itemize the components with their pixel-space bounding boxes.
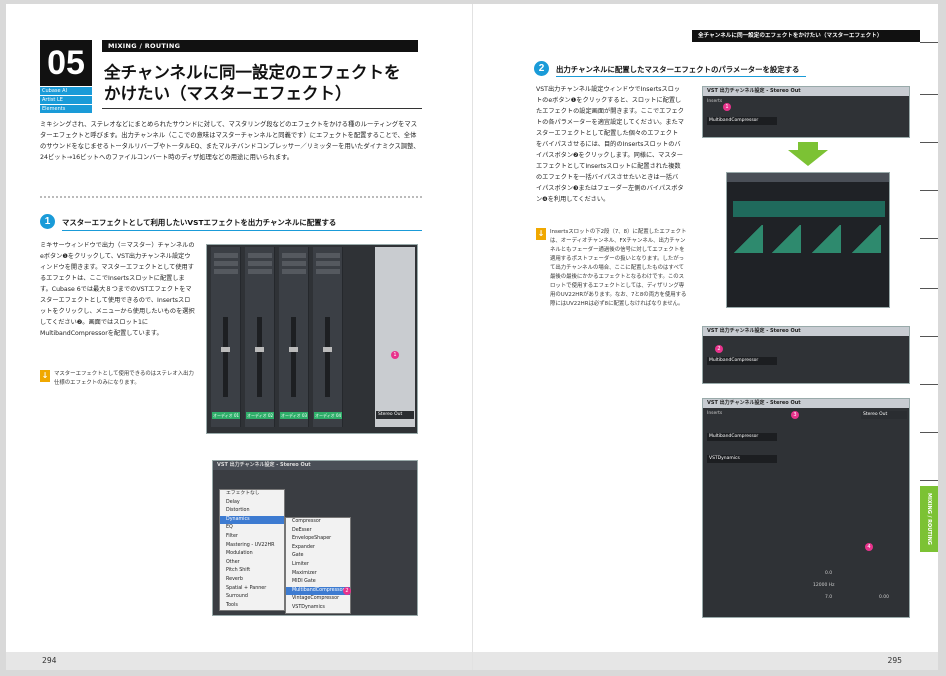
shot1-inserts-label: Inserts	[707, 99, 723, 104]
submenu-item[interactable]: Gate	[286, 552, 350, 561]
channel-label: オーディオ 01	[212, 412, 240, 419]
page-number-right: 295	[887, 656, 902, 665]
multiband-compressor-screenshot	[726, 172, 890, 308]
menu-item-selected[interactable]: Dynamics	[220, 515, 284, 525]
step-1-note: マスターエフェクトとして使用できるのはステレオ入出力仕様のエフェクトのみになりま…	[54, 371, 194, 386]
note-icon-2: ↓	[536, 228, 546, 240]
stereo-out-label: Stereo Out	[376, 411, 414, 419]
tag-elements: Elements	[40, 105, 92, 113]
marker-1b: 1	[723, 103, 731, 111]
step-2-badge: 2	[534, 61, 549, 76]
marker-2: 2	[343, 587, 351, 595]
step-2-note: Insertsスロットの下2段（7、8）に配置したエフェクトは、オーディオチャン…	[550, 229, 687, 307]
menu-item[interactable]: Surround	[220, 593, 284, 602]
submenu-item[interactable]: Limiter	[286, 561, 350, 570]
menu-item[interactable]: Other	[220, 559, 284, 568]
menu-item[interactable]: Tools	[220, 602, 284, 611]
shot2-slot[interactable]: MultibandCompressor	[707, 357, 777, 365]
marker-1: 1	[391, 351, 399, 359]
marker-3: 3	[791, 411, 799, 419]
menu-item[interactable]: エフェクトなし	[220, 490, 284, 499]
shot3-inserts-label: Inserts	[707, 411, 723, 416]
submenu-item[interactable]: Expander	[286, 544, 350, 553]
vst-window-bypass: VST 出力チャンネル設定 - Stereo Out MultibandComp…	[702, 326, 910, 384]
step-2-body: VST出力チャンネル設定ウィンドウでInsertsスロットのeボタン❶をクリック…	[536, 86, 684, 203]
shot1-title: VST 出力チャンネル設定 - Stereo Out	[703, 87, 909, 96]
shot3-slot-2[interactable]: VSTDynamics	[707, 455, 777, 463]
menu-item[interactable]: Reverb	[220, 576, 284, 585]
mixer-channel-4: オーディオ 04	[313, 247, 343, 427]
title-line-2: かけたい（マスターエフェクト）	[104, 84, 352, 103]
chapter-number: 05	[40, 40, 92, 86]
shot3-stereo-out: Stereo Out	[861, 411, 907, 419]
shot1-slot[interactable]: MultibandCompressor	[707, 117, 777, 125]
category-bar: MIXING / ROUTING	[102, 40, 418, 52]
book-spread: 05 Cubase AI Artist LE Elements MIXING /…	[6, 4, 938, 670]
title-rule	[102, 108, 422, 109]
page-number-left: 294	[42, 656, 57, 665]
tag-grid: Cubase AI Artist LE Elements	[40, 87, 92, 114]
channel-label: オーディオ 02	[246, 412, 274, 419]
mixer-screenshot: オーディオ 01 オーディオ 02 オーディオ 03 オーディオ 04 1 St…	[206, 244, 418, 434]
vst-window-full: VST 出力チャンネル設定 - Stereo Out Inserts Multi…	[702, 398, 910, 618]
submenu-item[interactable]: VSTDynamics	[286, 604, 350, 613]
menu-item[interactable]: Pitch Shift	[220, 567, 284, 576]
vst-window-title: VST 出力チャンネル設定 - Stereo Out	[213, 461, 417, 470]
marker-2b: 2	[715, 345, 723, 353]
title-line-1: 全チャンネルに同一設定のエフェクトを	[104, 63, 401, 82]
stereo-out-channel: 1 Stereo Out	[375, 247, 415, 427]
submenu-item[interactable]: MIDI Gate	[286, 578, 350, 587]
submenu-item[interactable]: Compressor	[286, 518, 350, 527]
vst-menu-screenshot: VST 出力チャンネル設定 - Stereo Out エフェクトなし Delay…	[212, 460, 418, 616]
right-footer: 295	[473, 652, 938, 670]
submenu-item[interactable]: DeEsser	[286, 527, 350, 536]
step-1-title: マスターエフェクトとして利用したいVSTエフェクトを出力チャンネルに配置する	[62, 218, 337, 227]
arrow-down	[788, 150, 828, 166]
note-icon: ↓	[40, 370, 50, 382]
step-1-badge: 1	[40, 214, 55, 229]
gutter	[472, 4, 473, 670]
marker-4: 4	[865, 543, 873, 551]
tag-cubase: Cubase AI	[40, 87, 92, 95]
menu-item[interactable]: Mastering - UV22HR	[220, 542, 284, 551]
channel-label: オーディオ 04	[314, 412, 342, 419]
shot3-slot-1[interactable]: MultibandCompressor	[707, 433, 777, 441]
submenu-item[interactable]: EnvelopeShaper	[286, 535, 350, 544]
submenu-item[interactable]: Maximizer	[286, 570, 350, 579]
shot3-title: VST 出力チャンネル設定 - Stereo Out	[703, 399, 909, 408]
menu-item[interactable]: Filter	[220, 533, 284, 542]
channel-label: オーディオ 03	[280, 412, 308, 419]
shot3-value-1: 12000 Hz	[813, 583, 835, 588]
submenu-item-selected[interactable]: MultibandCompressor	[286, 586, 350, 596]
menu-item[interactable]: Modulation	[220, 550, 284, 559]
submenu-item[interactable]: VintageCompressor	[286, 595, 350, 604]
running-header: 全チャンネルに同一設定のエフェクトをかけたい（マスターエフェクト）	[692, 30, 920, 42]
left-footer: 294	[6, 652, 472, 670]
step-2-rule	[556, 76, 806, 77]
effect-category-menu: エフェクトなし Delay Distortion Dynamics EQ Fil…	[219, 489, 285, 612]
step-1-body: ミキサーウィンドウで出力（＝マスター）チャンネルのeボタン❶をクリックして、VS…	[40, 242, 195, 337]
shot3-value-3: 0.00	[879, 595, 890, 600]
step-1-rule	[62, 230, 422, 231]
mixer-channel-1: オーディオ 01	[211, 247, 241, 427]
menu-item[interactable]: Distortion	[220, 507, 284, 516]
step-2-title: 出力チャンネルに配置したマスターエフェクトのパラメーターを設定する	[556, 65, 800, 74]
shot2-title: VST 出力チャンネル設定 - Stereo Out	[703, 327, 909, 336]
page-title: 全チャンネルに同一設定のエフェクトを かけたい（マスターエフェクト）	[104, 62, 422, 104]
tag-artist: Artist LE	[40, 96, 92, 104]
side-tab: MIXING / ROUTING	[920, 486, 938, 552]
intro-text: ミキシングされ、ステレオなどにまとめられたサウンドに対して、マスタリング段などの…	[40, 121, 420, 161]
menu-item[interactable]: Spatial + Panner	[220, 585, 284, 594]
section-divider	[40, 196, 422, 198]
vst-window-small: VST 出力チャンネル設定 - Stereo Out Inserts Multi…	[702, 86, 910, 138]
shot3-value-2: 7.0	[825, 595, 833, 600]
menu-item[interactable]: Delay	[220, 499, 284, 508]
menu-item[interactable]: EQ	[220, 524, 284, 533]
shot3-value-0: 0.0	[825, 571, 833, 576]
mixer-channel-3: オーディオ 03	[279, 247, 309, 427]
mixer-channel-2: オーディオ 02	[245, 247, 275, 427]
effect-submenu: Compressor DeEsser EnvelopeShaper Expand…	[285, 517, 351, 614]
